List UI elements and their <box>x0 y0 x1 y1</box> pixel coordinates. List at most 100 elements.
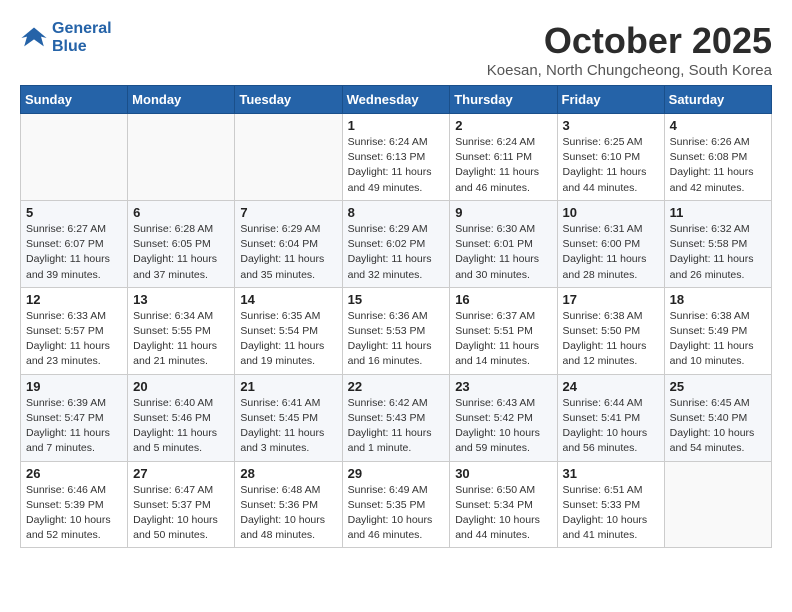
day-number: 18 <box>670 292 766 307</box>
title-block: October 2025 Koesan, North Chungcheong, … <box>487 20 772 79</box>
day-info: Sunrise: 6:45 AM Sunset: 5:40 PM Dayligh… <box>670 396 766 457</box>
day-info: Sunrise: 6:38 AM Sunset: 5:49 PM Dayligh… <box>670 309 766 370</box>
day-number: 27 <box>133 466 229 481</box>
calendar-cell: 22 Sunrise: 6:42 AM Sunset: 5:43 PM Dayli… <box>342 374 450 461</box>
day-info: Sunrise: 6:29 AM Sunset: 6:04 PM Dayligh… <box>240 222 336 283</box>
calendar-cell: 30 Sunrise: 6:50 AM Sunset: 5:34 PM Dayli… <box>450 461 557 548</box>
day-number: 1 <box>348 118 445 133</box>
calendar-cell <box>235 114 342 201</box>
calendar-cell <box>21 114 128 201</box>
day-number: 22 <box>348 379 445 394</box>
day-info: Sunrise: 6:28 AM Sunset: 6:05 PM Dayligh… <box>133 222 229 283</box>
day-number: 25 <box>670 379 766 394</box>
day-number: 9 <box>455 205 551 220</box>
calendar-cell: 25 Sunrise: 6:45 AM Sunset: 5:40 PM Dayli… <box>664 374 771 461</box>
calendar-cell: 21 Sunrise: 6:41 AM Sunset: 5:45 PM Dayli… <box>235 374 342 461</box>
calendar-cell: 15 Sunrise: 6:36 AM Sunset: 5:53 PM Dayli… <box>342 287 450 374</box>
week-row-4: 19 Sunrise: 6:39 AM Sunset: 5:47 PM Dayli… <box>21 374 772 461</box>
weekday-header-row: SundayMondayTuesdayWednesdayThursdayFrid… <box>21 86 772 114</box>
calendar-cell: 9 Sunrise: 6:30 AM Sunset: 6:01 PM Daylig… <box>450 200 557 287</box>
calendar-cell: 8Sunrise: 6:29 AM Sunset: 6:02 PM Daylig… <box>342 200 450 287</box>
calendar-cell: 2Sunrise: 6:24 AM Sunset: 6:11 PM Daylig… <box>450 114 557 201</box>
calendar-cell: 19 Sunrise: 6:39 AM Sunset: 5:47 PM Dayli… <box>21 374 128 461</box>
week-row-5: 26 Sunrise: 6:46 AM Sunset: 5:39 PM Dayli… <box>21 461 772 548</box>
day-info: Sunrise: 6:41 AM Sunset: 5:45 PM Dayligh… <box>240 396 336 457</box>
day-info: Sunrise: 6:26 AM Sunset: 6:08 PM Dayligh… <box>670 135 766 196</box>
day-info: Sunrise: 6:48 AM Sunset: 5:36 PM Dayligh… <box>240 483 336 544</box>
calendar-cell: 20 Sunrise: 6:40 AM Sunset: 5:46 PM Dayli… <box>128 374 235 461</box>
day-info: Sunrise: 6:34 AM Sunset: 5:55 PM Dayligh… <box>133 309 229 370</box>
day-info: Sunrise: 6:32 AM Sunset: 5:58 PM Dayligh… <box>670 222 766 283</box>
calendar-cell: 13 Sunrise: 6:34 AM Sunset: 5:55 PM Dayli… <box>128 287 235 374</box>
logo: General Blue <box>20 20 112 56</box>
day-info: Sunrise: 6:40 AM Sunset: 5:46 PM Dayligh… <box>133 396 229 457</box>
location: Koesan, North Chungcheong, South Korea <box>487 62 772 79</box>
calendar-cell: 10 Sunrise: 6:31 AM Sunset: 6:00 PM Dayli… <box>557 200 664 287</box>
day-info: Sunrise: 6:37 AM Sunset: 5:51 PM Dayligh… <box>455 309 551 370</box>
day-info: Sunrise: 6:46 AM Sunset: 5:39 PM Dayligh… <box>26 483 122 544</box>
day-info: Sunrise: 6:24 AM Sunset: 6:13 PM Dayligh… <box>348 135 445 196</box>
day-number: 31 <box>563 466 659 481</box>
day-number: 21 <box>240 379 336 394</box>
calendar-cell: 23Sunrise: 6:43 AM Sunset: 5:42 PM Dayli… <box>450 374 557 461</box>
day-number: 10 <box>563 205 659 220</box>
day-number: 4 <box>670 118 766 133</box>
day-info: Sunrise: 6:31 AM Sunset: 6:00 PM Dayligh… <box>563 222 659 283</box>
weekday-header-tuesday: Tuesday <box>235 86 342 114</box>
day-number: 16 <box>455 292 551 307</box>
day-number: 2 <box>455 118 551 133</box>
calendar-cell: 12 Sunrise: 6:33 AM Sunset: 5:57 PM Dayli… <box>21 287 128 374</box>
day-info: Sunrise: 6:29 AM Sunset: 6:02 PM Dayligh… <box>348 222 445 283</box>
calendar-cell: 29 Sunrise: 6:49 AM Sunset: 5:35 PM Dayli… <box>342 461 450 548</box>
day-info: Sunrise: 6:50 AM Sunset: 5:34 PM Dayligh… <box>455 483 551 544</box>
day-number: 13 <box>133 292 229 307</box>
day-info: Sunrise: 6:35 AM Sunset: 5:54 PM Dayligh… <box>240 309 336 370</box>
calendar-table: SundayMondayTuesdayWednesdayThursdayFrid… <box>20 85 772 548</box>
day-info: Sunrise: 6:27 AM Sunset: 6:07 PM Dayligh… <box>26 222 122 283</box>
day-number: 24 <box>563 379 659 394</box>
day-number: 11 <box>670 205 766 220</box>
day-info: Sunrise: 6:44 AM Sunset: 5:41 PM Dayligh… <box>563 396 659 457</box>
day-number: 30 <box>455 466 551 481</box>
day-number: 29 <box>348 466 445 481</box>
day-info: Sunrise: 6:39 AM Sunset: 5:47 PM Dayligh… <box>26 396 122 457</box>
month-title: October 2025 <box>487 20 772 62</box>
calendar-cell: 1 Sunrise: 6:24 AM Sunset: 6:13 PM Daylig… <box>342 114 450 201</box>
day-info: Sunrise: 6:42 AM Sunset: 5:43 PM Dayligh… <box>348 396 445 457</box>
page-header: General Blue October 2025 Koesan, North … <box>20 20 772 79</box>
day-number: 17 <box>563 292 659 307</box>
calendar-cell: 26 Sunrise: 6:46 AM Sunset: 5:39 PM Dayli… <box>21 461 128 548</box>
day-info: Sunrise: 6:33 AM Sunset: 5:57 PM Dayligh… <box>26 309 122 370</box>
day-info: Sunrise: 6:25 AM Sunset: 6:10 PM Dayligh… <box>563 135 659 196</box>
logo-bird-icon <box>20 24 48 52</box>
day-number: 6 <box>133 205 229 220</box>
week-row-2: 5Sunrise: 6:27 AM Sunset: 6:07 PM Daylig… <box>21 200 772 287</box>
day-info: Sunrise: 6:36 AM Sunset: 5:53 PM Dayligh… <box>348 309 445 370</box>
day-number: 26 <box>26 466 122 481</box>
calendar-cell: 6 Sunrise: 6:28 AM Sunset: 6:05 PM Daylig… <box>128 200 235 287</box>
day-info: Sunrise: 6:47 AM Sunset: 5:37 PM Dayligh… <box>133 483 229 544</box>
weekday-header-wednesday: Wednesday <box>342 86 450 114</box>
day-info: Sunrise: 6:51 AM Sunset: 5:33 PM Dayligh… <box>563 483 659 544</box>
day-number: 14 <box>240 292 336 307</box>
weekday-header-thursday: Thursday <box>450 86 557 114</box>
day-info: Sunrise: 6:38 AM Sunset: 5:50 PM Dayligh… <box>563 309 659 370</box>
day-number: 15 <box>348 292 445 307</box>
calendar-cell: 14 Sunrise: 6:35 AM Sunset: 5:54 PM Dayli… <box>235 287 342 374</box>
calendar-cell: 28 Sunrise: 6:48 AM Sunset: 5:36 PM Dayli… <box>235 461 342 548</box>
calendar-cell: 11 Sunrise: 6:32 AM Sunset: 5:58 PM Dayli… <box>664 200 771 287</box>
calendar-cell: 31 Sunrise: 6:51 AM Sunset: 5:33 PM Dayli… <box>557 461 664 548</box>
day-number: 12 <box>26 292 122 307</box>
calendar-cell: 27 Sunrise: 6:47 AM Sunset: 5:37 PM Dayli… <box>128 461 235 548</box>
day-number: 19 <box>26 379 122 394</box>
calendar-cell: 18 Sunrise: 6:38 AM Sunset: 5:49 PM Dayli… <box>664 287 771 374</box>
day-info: Sunrise: 6:49 AM Sunset: 5:35 PM Dayligh… <box>348 483 445 544</box>
calendar-cell <box>128 114 235 201</box>
day-number: 28 <box>240 466 336 481</box>
day-info: Sunrise: 6:43 AM Sunset: 5:42 PM Dayligh… <box>455 396 551 457</box>
weekday-header-sunday: Sunday <box>21 86 128 114</box>
day-info: Sunrise: 6:30 AM Sunset: 6:01 PM Dayligh… <box>455 222 551 283</box>
day-number: 20 <box>133 379 229 394</box>
logo-text: General Blue <box>52 20 112 56</box>
calendar-cell: 17 Sunrise: 6:38 AM Sunset: 5:50 PM Dayli… <box>557 287 664 374</box>
